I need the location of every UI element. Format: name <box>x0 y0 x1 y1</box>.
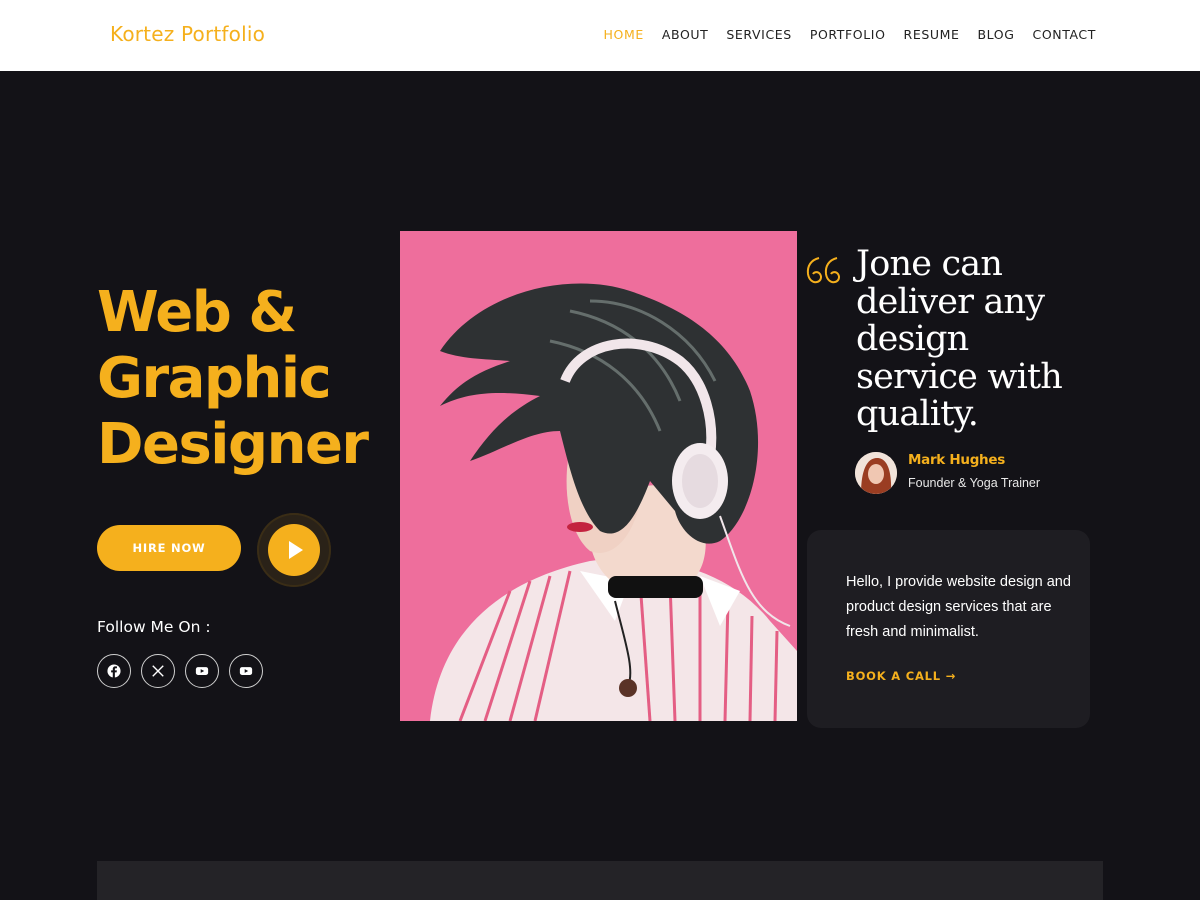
play-video-button[interactable] <box>268 524 320 576</box>
author-name: Mark Hughes <box>908 452 1005 468</box>
nav-blog[interactable]: BLOG <box>977 27 1014 42</box>
nav-contact[interactable]: CONTACT <box>1033 27 1096 42</box>
x-icon <box>152 665 164 677</box>
book-a-call-link[interactable]: BOOK A CALL → <box>846 669 956 683</box>
hero-title: Web & Graphic Designer <box>97 280 397 478</box>
nav-resume[interactable]: RESUME <box>904 27 960 42</box>
social-links <box>97 654 263 688</box>
youtube-icon <box>239 667 253 675</box>
follow-label: Follow Me On : <box>97 618 211 636</box>
facebook-icon <box>107 664 121 678</box>
nav-home[interactable]: HOME <box>604 27 644 42</box>
main-nav: HOME ABOUT SERVICES PORTFOLIO RESUME BLO… <box>604 27 1096 42</box>
youtube-link-2[interactable] <box>229 654 263 688</box>
intro-text: Hello, I provide website design and prod… <box>846 574 1071 640</box>
intro-card: Hello, I provide website design and prod… <box>807 530 1090 728</box>
testimonial-quote: Jone can deliver any design service with… <box>856 244 1063 434</box>
quote-icon <box>806 257 840 284</box>
hero-title-line-1: Web & <box>97 280 297 345</box>
site-logo[interactable]: Kortez Portfolio <box>110 22 265 46</box>
youtube-icon <box>195 667 209 675</box>
play-icon <box>289 541 303 559</box>
hero-photo <box>400 231 797 721</box>
facebook-link[interactable] <box>97 654 131 688</box>
next-section-strip <box>97 861 1103 900</box>
hero-title-line-3: Designer <box>97 412 369 477</box>
nav-portfolio[interactable]: PORTFOLIO <box>810 27 886 42</box>
author-role: Founder & Yoga Trainer <box>908 476 1041 490</box>
nav-about[interactable]: ABOUT <box>662 27 709 42</box>
site-header: Kortez Portfolio HOME ABOUT SERVICES POR… <box>0 0 1200 71</box>
nav-services[interactable]: SERVICES <box>726 27 791 42</box>
youtube-link-1[interactable] <box>185 654 219 688</box>
x-link[interactable] <box>141 654 175 688</box>
author-avatar <box>855 452 897 494</box>
hire-now-button[interactable]: HIRE NOW <box>97 525 241 571</box>
hero-title-line-2: Graphic <box>97 346 332 411</box>
